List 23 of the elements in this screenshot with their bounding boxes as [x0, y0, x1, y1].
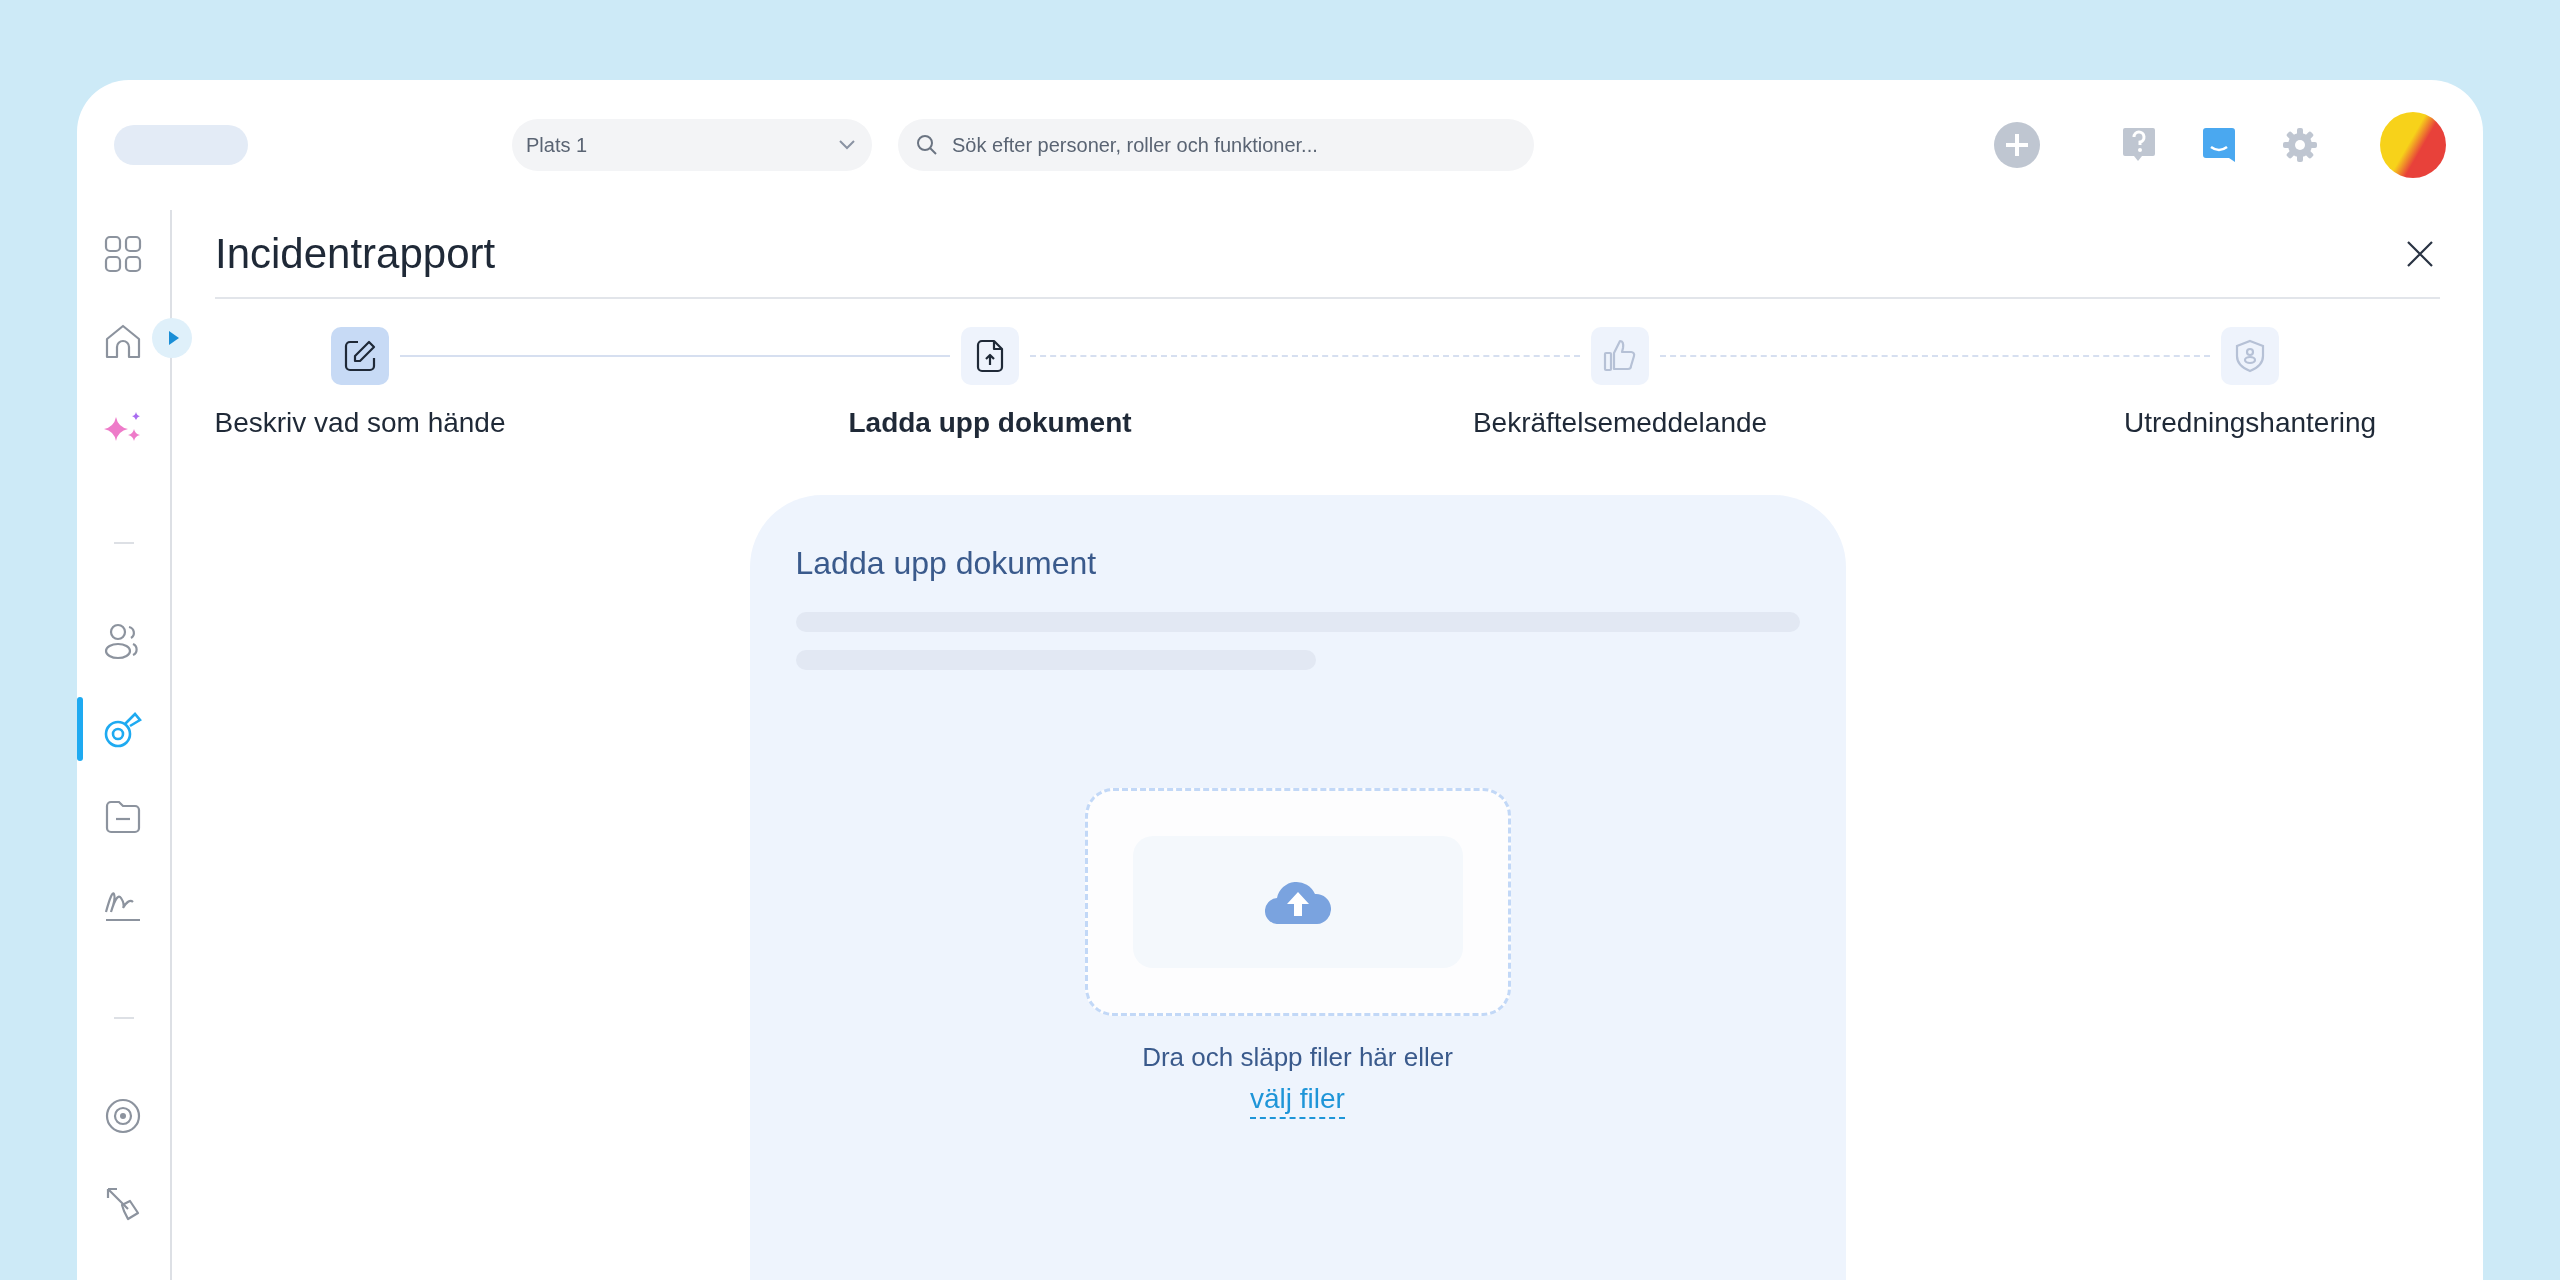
location-dropdown[interactable]: Plats 1 [512, 119, 872, 171]
step-label: Beskriv vad som hände [214, 407, 506, 439]
chat-icon[interactable] [2202, 127, 2236, 163]
triangle-right-icon [168, 330, 180, 346]
add-icon[interactable] [1994, 122, 2040, 168]
pencil-icon[interactable] [331, 327, 389, 385]
file-upload-icon[interactable] [961, 327, 1019, 385]
page-title: Incidentrapport [215, 229, 496, 278]
chevron-down-icon [838, 139, 856, 151]
cloud-upload-icon [1264, 880, 1331, 924]
step-label: Bekräftelsemeddelande [1472, 407, 1768, 439]
close-icon[interactable] [2406, 239, 2434, 268]
settings-icon[interactable] [2282, 127, 2318, 163]
card-title: Ladda upp dokument [795, 545, 1097, 582]
step-label: Utredningshantering [2123, 407, 2377, 439]
search-icon [916, 134, 938, 156]
step-label: Ladda upp dokument [848, 407, 1132, 439]
shield-icon[interactable] [2221, 327, 2279, 385]
choose-files-link[interactable]: välj filer [1250, 1083, 1345, 1119]
drop-instructions: Dra och släpp filer här eller [1142, 1042, 1453, 1073]
thumbs-up-icon[interactable] [1591, 327, 1649, 385]
expand-sidebar-button[interactable] [152, 318, 192, 358]
search-field[interactable]: Sök efter personer, roller och funktioner... [898, 119, 1534, 171]
